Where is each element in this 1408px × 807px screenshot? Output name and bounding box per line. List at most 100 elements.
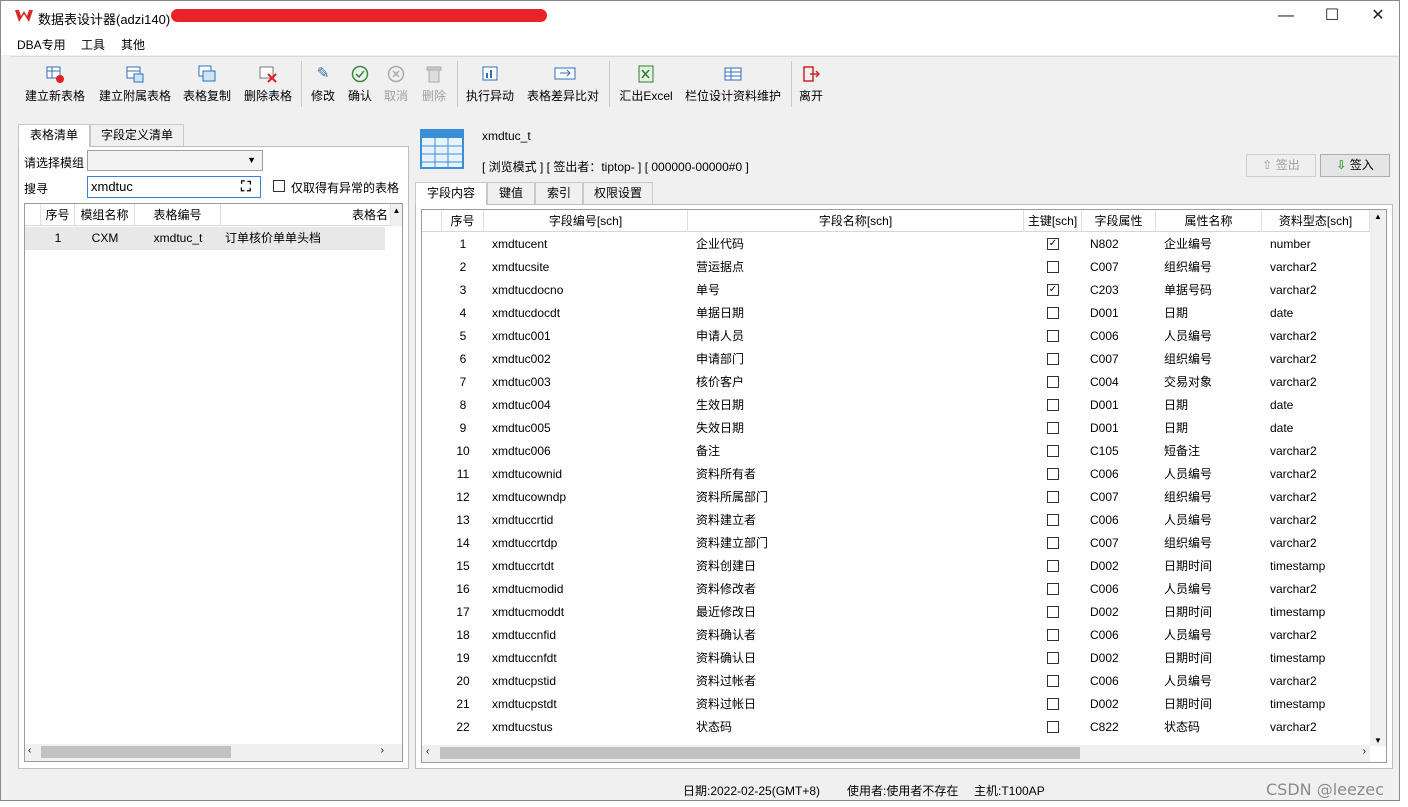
table-row[interactable]: 7 xmdtuc003 核价客户 C004 交易对象 varchar2 bbox=[422, 371, 1370, 394]
scroll-right-icon[interactable]: › bbox=[1363, 746, 1366, 757]
table-row[interactable]: 11 xmdtucownid 资料所有者 C006 人员编号 varchar2 bbox=[422, 463, 1370, 486]
menu-tools[interactable]: 工具 bbox=[81, 36, 105, 53]
tab-field-content[interactable]: 字段内容 bbox=[415, 182, 487, 205]
table-row[interactable]: 10 xmdtuc006 备注 C105 短备注 varchar2 bbox=[422, 440, 1370, 463]
scroll-up-icon[interactable]: ▲ bbox=[391, 204, 402, 226]
table-row[interactable]: 22 xmdtucstus 状态码 C822 状态码 varchar2 bbox=[422, 716, 1370, 739]
tab-table-list[interactable]: 表格清单 bbox=[18, 124, 90, 147]
primary-key-checkbox[interactable] bbox=[1047, 468, 1059, 480]
new-table-button[interactable]: 建立新表格 bbox=[23, 57, 87, 111]
table-row[interactable]: 5 xmdtuc001 申请人员 C006 人员编号 varchar2 bbox=[422, 325, 1370, 348]
table-row[interactable]: 16 xmdtucmodid 资料修改者 C006 人员编号 varchar2 bbox=[422, 578, 1370, 601]
run-change-button[interactable]: 执行异动 bbox=[463, 57, 517, 111]
table-row[interactable]: 2 xmdtucsite 营运据点 C007 组织编号 varchar2 bbox=[422, 256, 1370, 279]
export-excel-button[interactable]: 汇出Excel bbox=[615, 57, 677, 111]
table-row[interactable]: 18 xmdtuccnfid 资料确认者 C006 人员编号 varchar2 bbox=[422, 624, 1370, 647]
copy-table-button[interactable]: 表格复制 bbox=[181, 57, 233, 111]
scroll-left-icon[interactable]: ‹ bbox=[28, 745, 31, 756]
table-row[interactable]: 19 xmdtuccnfdt 资料确认日 D002 日期时间 timestamp bbox=[422, 647, 1370, 670]
module-select[interactable]: ▼ bbox=[87, 150, 263, 171]
delete-table-button[interactable]: 删除表格 bbox=[241, 57, 295, 111]
horizontal-scrollbar[interactable]: ‹ › bbox=[422, 745, 1370, 762]
exit-button[interactable]: 离开 bbox=[797, 57, 825, 111]
cancel-button[interactable]: 取消 bbox=[381, 57, 411, 111]
scroll-up-icon[interactable]: ▲ bbox=[1370, 210, 1386, 232]
primary-key-checkbox[interactable] bbox=[1047, 491, 1059, 503]
menu-other[interactable]: 其他 bbox=[121, 36, 145, 53]
primary-key-checkbox[interactable] bbox=[1047, 652, 1059, 664]
minimize-button[interactable]: — bbox=[1263, 1, 1309, 32]
compare-button[interactable]: 表格差异比对 bbox=[523, 57, 603, 111]
scroll-right-icon[interactable]: › bbox=[381, 745, 384, 756]
primary-key-checkbox[interactable] bbox=[1047, 307, 1059, 319]
checkin-button[interactable]: ⇩ 签入 bbox=[1320, 154, 1390, 177]
col-field-attr[interactable]: 字段属性 bbox=[1082, 210, 1156, 232]
primary-key-checkbox[interactable] bbox=[1047, 698, 1059, 710]
table-row[interactable]: 13 xmdtuccrtid 资料建立者 C006 人员编号 varchar2 bbox=[422, 509, 1370, 532]
primary-key-checkbox[interactable]: ✓ bbox=[1047, 238, 1059, 250]
scroll-left-icon[interactable]: ‹ bbox=[426, 746, 429, 757]
confirm-button[interactable]: 确认 bbox=[345, 57, 375, 111]
primary-key-checkbox[interactable] bbox=[1047, 399, 1059, 411]
table-row[interactable]: 1 CXM xmdtuc_t 订单核价单单头档 bbox=[25, 227, 385, 250]
col-data-type[interactable]: 资料型态[sch] bbox=[1262, 210, 1370, 232]
col-attr-name[interactable]: 属性名称 bbox=[1156, 210, 1262, 232]
table-row[interactable]: 4 xmdtucdocdt 单据日期 D001 日期 date bbox=[422, 302, 1370, 325]
col-field-name[interactable]: 字段名称[sch] bbox=[688, 210, 1024, 232]
toolbar-separator bbox=[609, 61, 610, 107]
close-button[interactable]: ✕ bbox=[1355, 1, 1399, 32]
primary-key-checkbox[interactable] bbox=[1047, 514, 1059, 526]
primary-key-checkbox[interactable] bbox=[1047, 261, 1059, 273]
field-maintain-button[interactable]: 栏位设计资料维护 bbox=[681, 57, 785, 111]
table-row[interactable]: 1 xmdtucent 企业代码 ✓ N802 企业编号 number bbox=[422, 233, 1370, 256]
primary-key-checkbox[interactable] bbox=[1047, 721, 1059, 733]
tab-key[interactable]: 键值 bbox=[487, 182, 535, 204]
primary-key-checkbox[interactable] bbox=[1047, 376, 1059, 388]
primary-key-checkbox[interactable]: ✓ bbox=[1047, 284, 1059, 296]
primary-key-checkbox[interactable] bbox=[1047, 422, 1059, 434]
primary-key-checkbox[interactable] bbox=[1047, 537, 1059, 549]
table-row[interactable]: 21 xmdtucpstdt 资料过帐日 D002 日期时间 timestamp bbox=[422, 693, 1370, 716]
primary-key-checkbox[interactable] bbox=[1047, 606, 1059, 618]
tab-permission[interactable]: 权限设置 bbox=[583, 182, 653, 204]
scroll-thumb[interactable] bbox=[440, 747, 1080, 759]
col-table-name[interactable]: 表格名 bbox=[221, 204, 391, 226]
table-row[interactable]: 6 xmdtuc002 申请部门 C007 组织编号 varchar2 bbox=[422, 348, 1370, 371]
primary-key-checkbox[interactable] bbox=[1047, 353, 1059, 365]
table-row[interactable]: 12 xmdtucowndp 资料所属部门 C007 组织编号 varchar2 bbox=[422, 486, 1370, 509]
primary-key-checkbox[interactable] bbox=[1047, 675, 1059, 687]
table-row[interactable]: 15 xmdtuccrtdt 资料创建日 D002 日期时间 timestamp bbox=[422, 555, 1370, 578]
delete-button[interactable]: 删除 bbox=[419, 57, 449, 111]
scroll-thumb[interactable] bbox=[41, 746, 231, 758]
abnormal-checkbox[interactable] bbox=[273, 180, 285, 192]
primary-key-checkbox[interactable] bbox=[1047, 560, 1059, 572]
table-row[interactable]: 20 xmdtucpstid 资料过帐者 C006 人员编号 varchar2 bbox=[422, 670, 1370, 693]
search-input[interactable]: xmdtuc bbox=[87, 176, 261, 198]
primary-key-checkbox[interactable] bbox=[1047, 629, 1059, 641]
checkout-button[interactable]: ⇧ 签出 bbox=[1246, 154, 1316, 177]
horizontal-scrollbar[interactable]: ‹ › bbox=[25, 744, 402, 761]
primary-key-checkbox[interactable] bbox=[1047, 445, 1059, 457]
modify-button[interactable]: ✎ 修改 bbox=[307, 57, 339, 111]
col-table[interactable]: 表格编号 bbox=[135, 204, 221, 226]
menu-dba[interactable]: DBA专用 bbox=[17, 36, 66, 53]
table-row[interactable]: 17 xmdtucmoddt 最近修改日 D002 日期时间 timestamp bbox=[422, 601, 1370, 624]
col-no[interactable]: 序号 bbox=[41, 204, 75, 226]
tab-field-definition[interactable]: 字段定义清单 bbox=[90, 124, 184, 146]
col-seq[interactable]: 序号 bbox=[442, 210, 484, 232]
vertical-scrollbar[interactable]: ▼ bbox=[1370, 232, 1386, 746]
scroll-down-icon[interactable]: ▼ bbox=[1374, 736, 1382, 745]
table-row[interactable]: 3 xmdtucdocno 单号 ✓ C203 单据号码 varchar2 bbox=[422, 279, 1370, 302]
col-primary-key[interactable]: 主键[sch] bbox=[1024, 210, 1082, 232]
table-row[interactable]: 14 xmdtuccrtdp 资料建立部门 C007 组织编号 varchar2 bbox=[422, 532, 1370, 555]
tab-index[interactable]: 索引 bbox=[535, 182, 583, 204]
binoculars-icon[interactable]: ⛶ bbox=[241, 178, 251, 195]
sub-table-button[interactable]: 建立附属表格 bbox=[97, 57, 173, 111]
table-row[interactable]: 9 xmdtuc005 失效日期 D001 日期 date bbox=[422, 417, 1370, 440]
table-row[interactable]: 8 xmdtuc004 生效日期 D001 日期 date bbox=[422, 394, 1370, 417]
col-module[interactable]: 模组名称 bbox=[75, 204, 135, 226]
col-field-code[interactable]: 字段编号[sch] bbox=[484, 210, 688, 232]
primary-key-checkbox[interactable] bbox=[1047, 583, 1059, 595]
maximize-button[interactable]: ☐ bbox=[1309, 1, 1355, 32]
primary-key-checkbox[interactable] bbox=[1047, 330, 1059, 342]
